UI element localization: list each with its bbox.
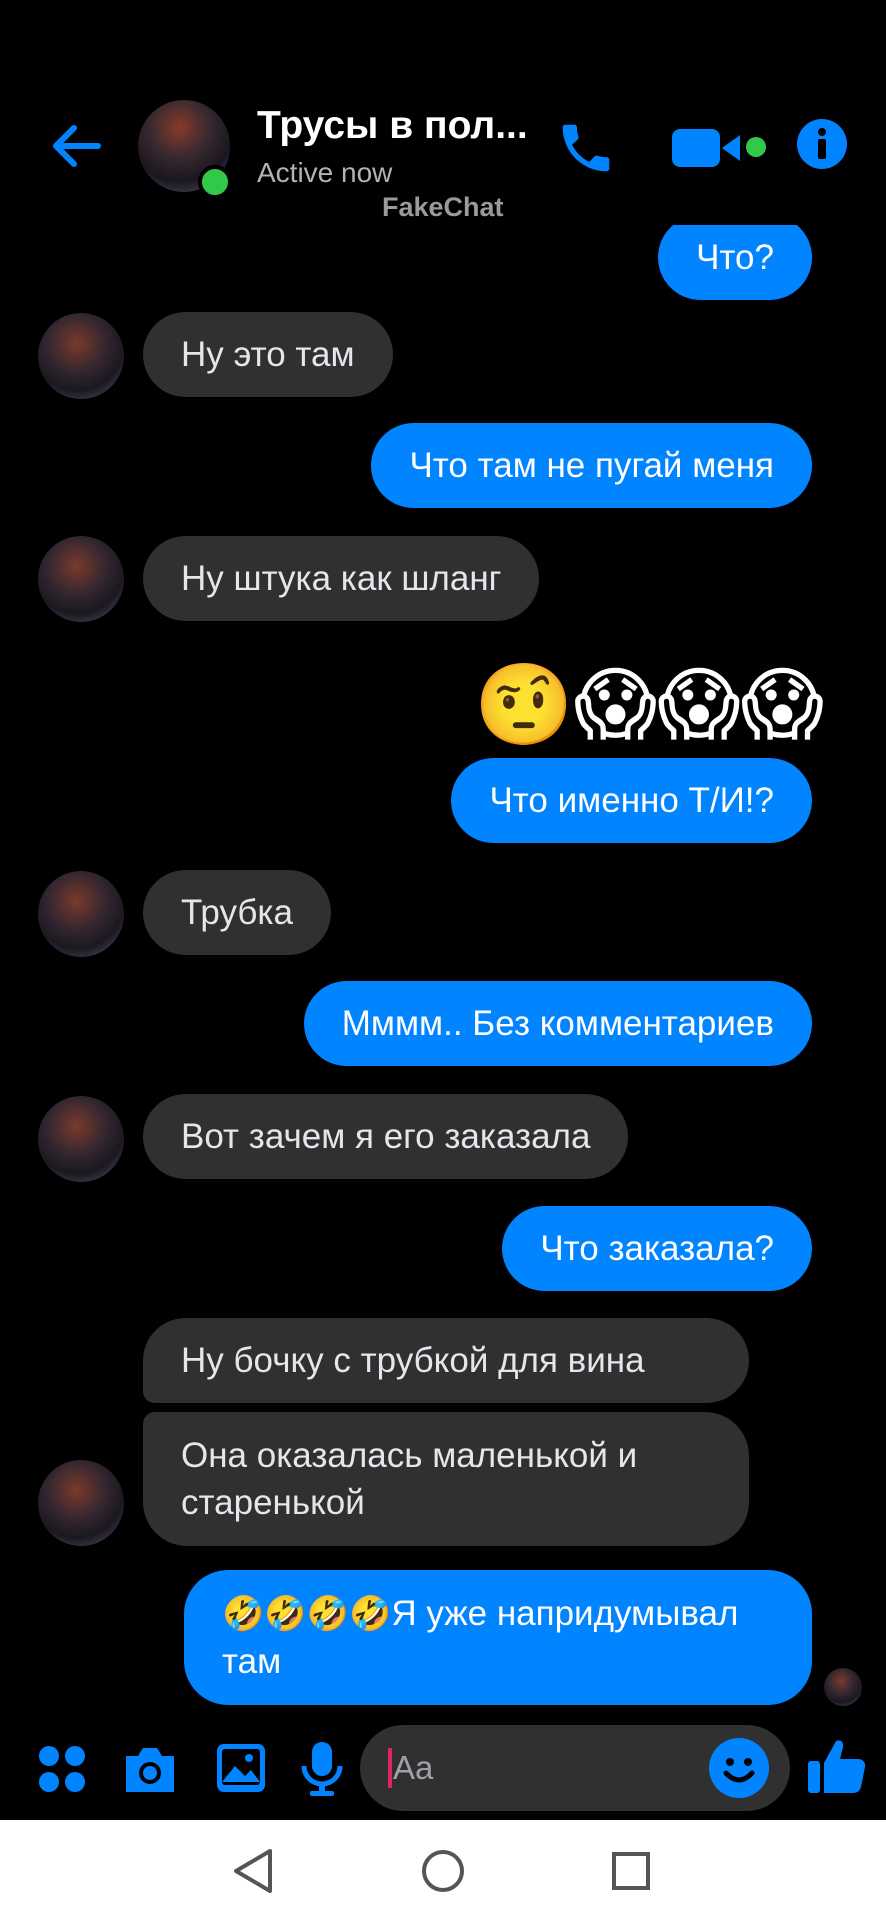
smiley-icon[interactable] [708, 1737, 770, 1799]
sender-avatar[interactable] [38, 1460, 124, 1546]
message-bubble-incoming[interactable]: Вот зачем я его заказала [143, 1094, 629, 1179]
message-bubble-outgoing[interactable]: Мммм.. Без комментариев [303, 981, 812, 1066]
message-input-placeholder: Aa [393, 1749, 434, 1786]
arrow-left-icon[interactable] [48, 118, 104, 174]
watermark: FakeChat [382, 192, 504, 222]
message-bubble-outgoing[interactable]: Что? [658, 215, 812, 300]
circle-home-icon[interactable] [417, 1845, 469, 1897]
phone-icon[interactable] [555, 117, 617, 179]
message-bubble-incoming[interactable]: Ну штука как шланг [143, 536, 540, 621]
message-bubble-incoming[interactable]: Трубка [143, 870, 331, 955]
contact-name[interactable]: Трусы в пол... [257, 104, 528, 148]
text-caret [388, 1748, 392, 1788]
thumbs-up-icon[interactable] [806, 1735, 868, 1797]
message-bubble-outgoing[interactable]: Что именно Т/И!? [451, 758, 812, 843]
read-receipt-avatar [824, 1668, 862, 1706]
image-icon[interactable] [215, 1742, 267, 1794]
sender-avatar[interactable] [38, 871, 124, 957]
camera-icon[interactable] [122, 1742, 178, 1796]
message-bubble-outgoing[interactable]: 🤣🤣🤣🤣Я уже напридумывал там [184, 1570, 812, 1705]
message-bubble-outgoing[interactable]: Что там не пугай меня [371, 423, 812, 508]
video-camera-icon[interactable] [672, 125, 772, 171]
triangle-back-icon[interactable] [228, 1845, 280, 1897]
square-recents-icon[interactable] [605, 1845, 657, 1897]
message-bubble-incoming[interactable]: Ну бочку с трубкой для вина [143, 1318, 749, 1403]
message-bubble-incoming[interactable]: Ну это там [143, 312, 393, 397]
online-indicator [198, 165, 232, 199]
active-status: Active now [257, 157, 393, 188]
four-dots-icon[interactable] [38, 1745, 86, 1793]
message-bubble-outgoing[interactable]: Что заказала? [502, 1206, 812, 1291]
emoji-laughing: 🤣🤣🤣🤣 [222, 1595, 392, 1633]
chat-header: Трусы в пол... Active now FakeChat [0, 0, 886, 225]
sender-avatar[interactable] [38, 536, 124, 622]
microphone-icon[interactable] [300, 1740, 344, 1798]
sender-avatar[interactable] [38, 313, 124, 399]
info-icon[interactable] [796, 118, 848, 170]
message-bubble-incoming[interactable]: Она оказалась маленькой и старенькой [143, 1412, 749, 1546]
emoji-message[interactable]: 🤨😱😱😱 [474, 660, 824, 750]
sender-avatar[interactable] [38, 1096, 124, 1182]
